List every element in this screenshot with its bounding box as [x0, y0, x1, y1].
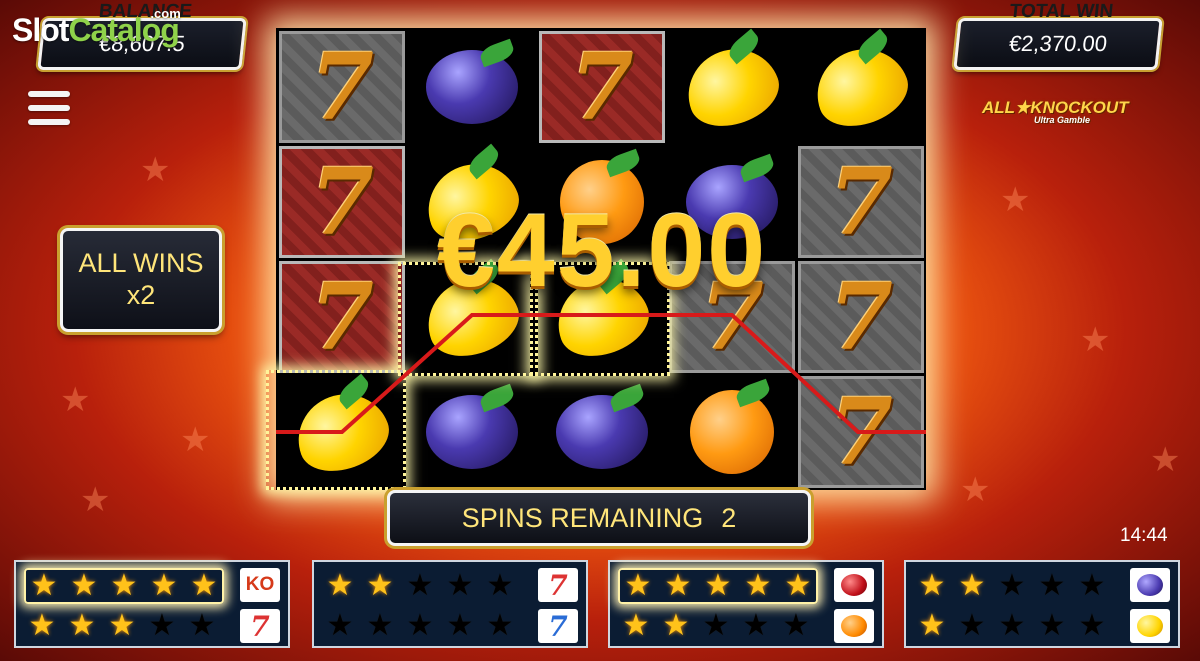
unlit-star-icon: ★ [366, 609, 394, 642]
unlit-star-icon: ★ [782, 609, 810, 642]
total-win-value: €2,370.00 [1007, 31, 1109, 56]
prize-symbol [834, 609, 874, 643]
prize-symbol [1130, 609, 1170, 643]
lit-star-icon: ★ [326, 569, 354, 602]
prize-symbol: 7 [538, 568, 578, 602]
spins-remaining-label: SPINS REMAINING [461, 502, 704, 533]
background-star: ★ [180, 421, 211, 459]
lit-star-icon: ★ [30, 569, 58, 602]
unlit-star-icon: ★ [742, 609, 770, 642]
lit-star-icon: ★ [70, 569, 98, 602]
progress-panel: ★ ★ ★ ★ ★ ★ ★ ★ ★ ★ KO 7 [14, 560, 290, 648]
lit-star-icon: ★ [664, 569, 692, 602]
unlit-star-icon: ★ [446, 609, 474, 642]
lit-star-icon: ★ [744, 569, 772, 602]
background-star: ★ [140, 151, 171, 189]
unlit-star-icon: ★ [958, 609, 986, 642]
knockout-icon: KO [245, 574, 275, 595]
unlit-star-icon: ★ [148, 609, 176, 642]
lit-star-icon: ★ [190, 569, 218, 602]
background-star: ★ [80, 481, 111, 519]
unlit-star-icon: ★ [406, 569, 434, 602]
lit-star-icon: ★ [624, 569, 652, 602]
total-win-panel: TOTAL WIN €2,370.00 [953, 1, 1163, 70]
unlit-star-icon: ★ [486, 569, 514, 602]
unlit-star-icon: ★ [406, 609, 434, 642]
cherry-icon [841, 574, 867, 596]
lit-star-icon: ★ [150, 569, 178, 602]
unlit-star-icon: ★ [1038, 569, 1066, 602]
prize-symbol [834, 568, 874, 602]
progress-panel: ★ ★ ★ ★ ★ ★ ★ ★ ★ ★ [608, 560, 884, 648]
lit-star-icon: ★ [110, 569, 138, 602]
multiplier-value: x2 [126, 280, 156, 310]
lit-star-icon: ★ [108, 609, 136, 642]
lit-star-icon: ★ [622, 609, 650, 642]
progress-row: ★ ★ ★ ★ ★ [322, 568, 518, 604]
unlit-star-icon: ★ [702, 609, 730, 642]
lit-star-icon: ★ [918, 609, 946, 642]
unlit-star-icon: ★ [1078, 569, 1106, 602]
unlit-star-icon: ★ [446, 569, 474, 602]
progress-row: ★ ★ ★ ★ ★ [24, 568, 224, 604]
lit-star-icon: ★ [784, 569, 812, 602]
prize-symbol: 7 [240, 609, 280, 643]
progress-row: ★ ★ ★ ★ ★ [914, 568, 1110, 604]
progress-panel: ★ ★ ★ ★ ★ ★ ★ ★ ★ ★ 7 7 [312, 560, 588, 648]
unlit-star-icon: ★ [486, 609, 514, 642]
seven-icon: 7 [548, 568, 568, 602]
orange-icon [841, 615, 867, 637]
background-star: ★ [1080, 321, 1111, 359]
spins-remaining-value: 2 [721, 502, 737, 533]
unlit-star-icon: ★ [998, 609, 1026, 642]
unlit-star-icon: ★ [188, 609, 216, 642]
background-star: ★ [1000, 181, 1031, 219]
payline [276, 313, 926, 434]
game-logo: ALL★KNOCKOUT Ultra Gamble [982, 98, 1129, 125]
seven-icon: 7 [548, 609, 568, 643]
lit-star-icon: ★ [28, 609, 56, 642]
watermark-logo: SlotCatalog .com [12, 6, 181, 49]
unlit-star-icon: ★ [1078, 609, 1106, 642]
total-win-label: TOTAL WIN [1008, 1, 1115, 22]
progress-panel: ★ ★ ★ ★ ★ ★ ★ ★ ★ ★ [904, 560, 1180, 648]
background-star: ★ [960, 471, 991, 509]
clock: 14:44 [1120, 525, 1168, 546]
prize-symbol: 7 [538, 609, 578, 643]
background-star: ★ [60, 381, 91, 419]
prize-symbol: KO [240, 568, 280, 602]
progress-row: ★ ★ ★ ★ ★ [914, 608, 1110, 644]
lit-star-icon: ★ [662, 609, 690, 642]
lit-star-icon: ★ [704, 569, 732, 602]
hamburger-menu-icon[interactable] [28, 91, 70, 131]
progress-row: ★ ★ ★ ★ ★ [24, 608, 220, 644]
lemon-icon [1137, 615, 1163, 637]
lit-star-icon: ★ [366, 569, 394, 602]
watermark-part1: Slot [12, 12, 69, 48]
unlit-star-icon: ★ [998, 569, 1026, 602]
lit-star-icon: ★ [68, 609, 96, 642]
progress-row: ★ ★ ★ ★ ★ [322, 608, 518, 644]
progress-row: ★ ★ ★ ★ ★ [618, 568, 818, 604]
lit-star-icon: ★ [918, 569, 946, 602]
all-wins-multiplier-badge: ALL WINS x2 [60, 228, 222, 332]
unlit-star-icon: ★ [326, 609, 354, 642]
prize-symbol [1130, 568, 1170, 602]
watermark-suffix: .com [150, 6, 181, 21]
multiplier-label: ALL WINS [78, 248, 204, 278]
seven-icon: 7 [250, 609, 270, 643]
plum-icon [1137, 574, 1163, 596]
background-star: ★ [1150, 441, 1181, 479]
lit-star-icon: ★ [958, 569, 986, 602]
spins-remaining-panel: SPINS REMAINING 2 [387, 490, 811, 546]
progress-row: ★ ★ ★ ★ ★ [618, 608, 814, 644]
reel-grid: 77777777 [276, 28, 926, 490]
unlit-star-icon: ★ [1038, 609, 1066, 642]
